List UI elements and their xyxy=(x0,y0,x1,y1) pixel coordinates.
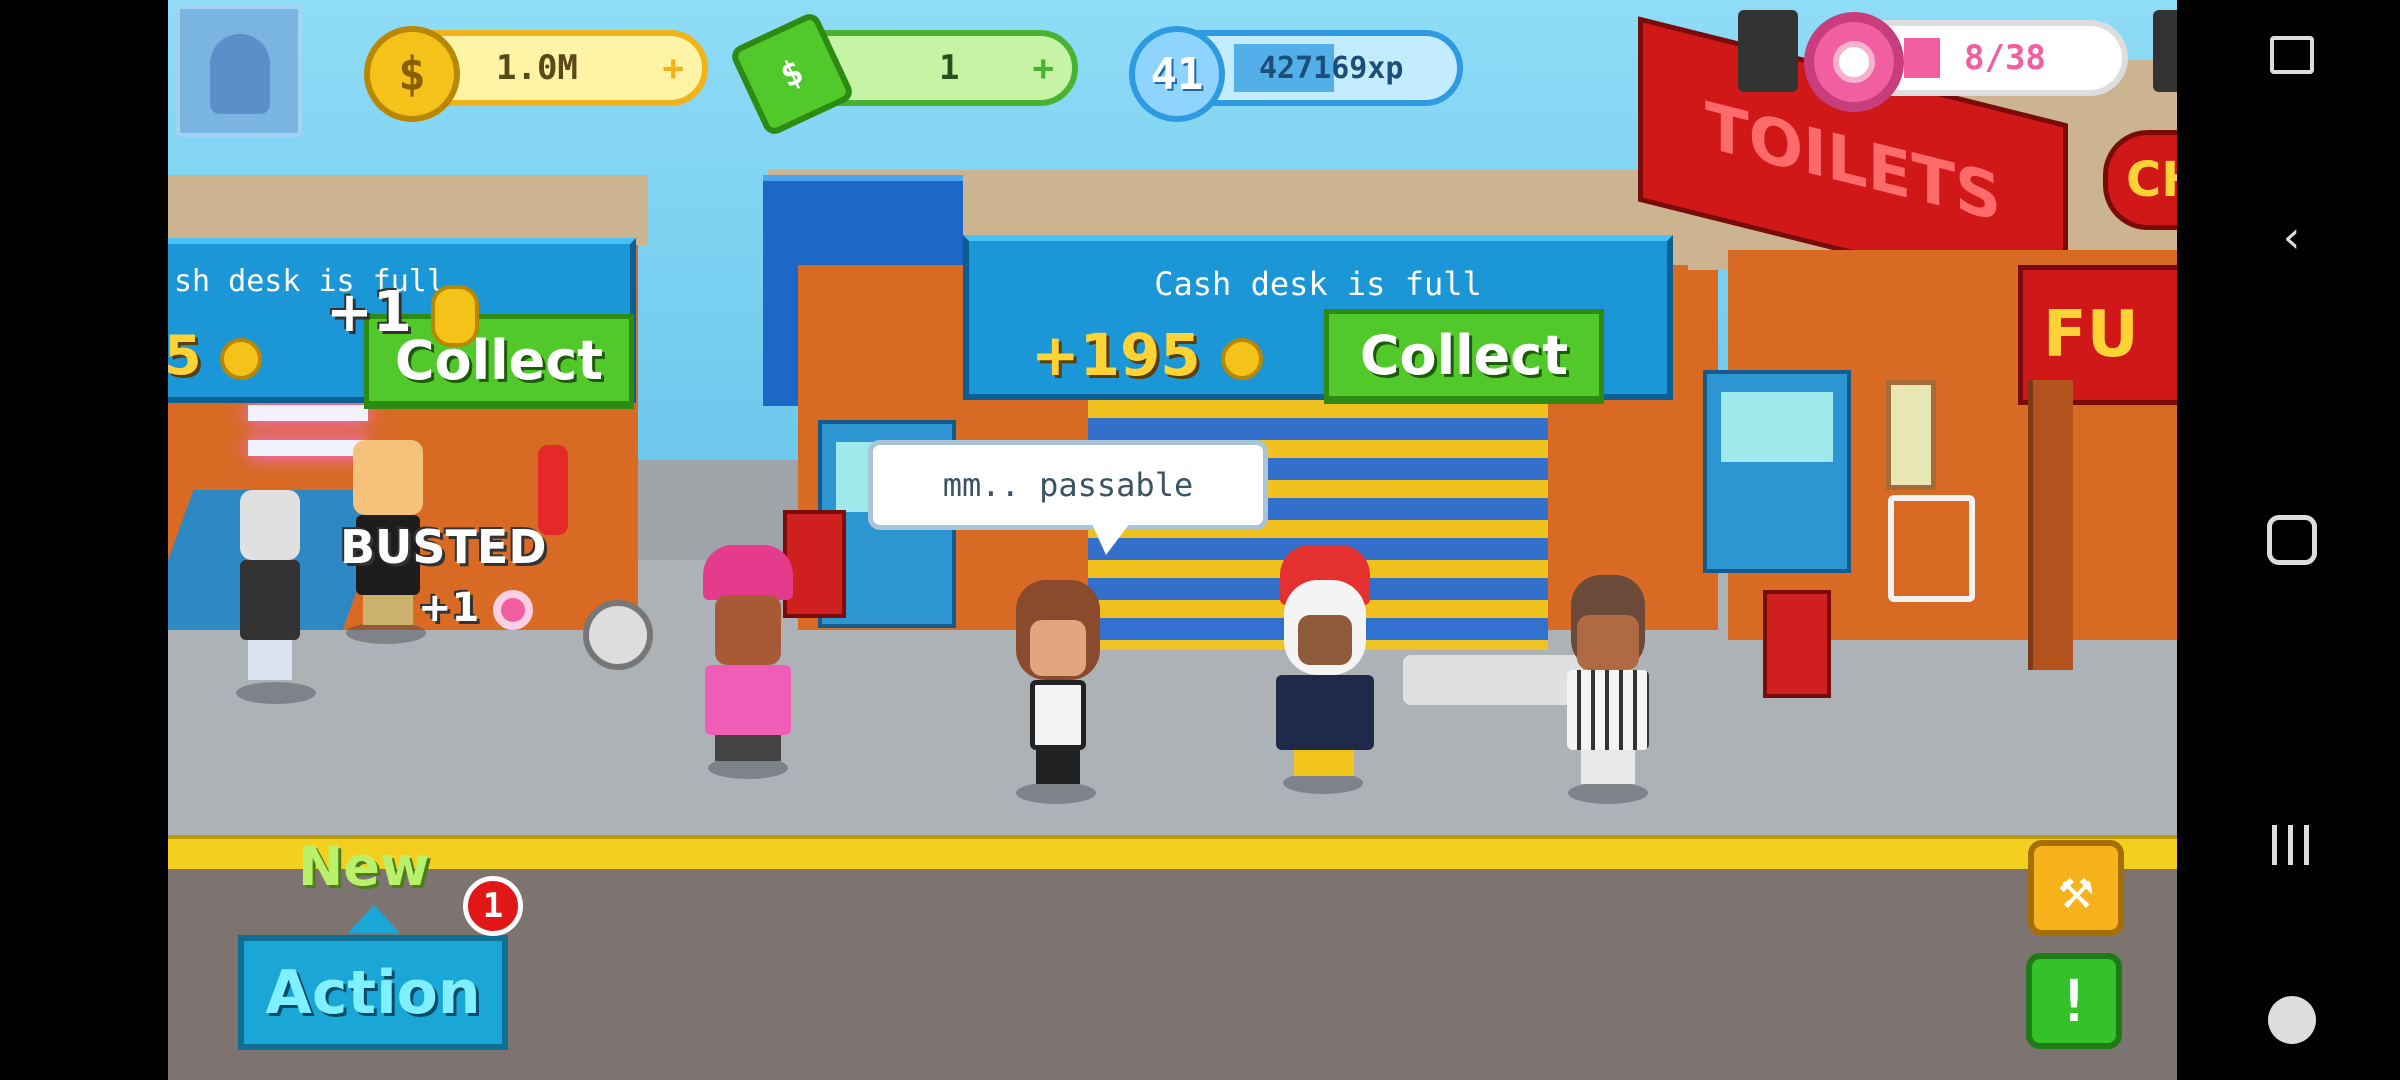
add-coins-icon[interactable]: + xyxy=(662,48,684,89)
customer-character[interactable] xyxy=(1008,580,1108,804)
notification-badge: 1 xyxy=(463,876,523,936)
coins-value: 1.0M xyxy=(496,48,578,88)
customer-character[interactable] xyxy=(228,490,318,704)
system-nav-bar: ‹ xyxy=(2177,0,2400,1080)
coin-icon xyxy=(220,338,263,381)
donuts-counter[interactable]: 8/38 xyxy=(1804,12,2128,112)
up-arrow-icon xyxy=(348,905,400,933)
coin-icon: $ xyxy=(364,26,460,122)
busted-label: BUSTED xyxy=(340,520,547,574)
screen-touch-icon[interactable] xyxy=(2267,30,2317,80)
wrench-button[interactable]: ⚒ xyxy=(2028,840,2124,936)
center-cash-desk-status: Cash desk is full xyxy=(1154,265,1482,303)
partial-round-sign: CH xyxy=(2103,130,2177,230)
cash-value: 1 xyxy=(939,48,960,88)
donut-icon xyxy=(493,590,534,630)
wheel-prop xyxy=(583,600,653,670)
white-chair xyxy=(1888,495,1975,602)
left-building-roof xyxy=(168,175,648,245)
wrench-icon: ⚒ xyxy=(2058,854,2094,922)
alert-button[interactable]: ! xyxy=(2026,953,2122,1049)
center-collect-button[interactable]: Collect xyxy=(1324,309,1604,404)
customer-character[interactable] xyxy=(693,545,803,779)
neon-light xyxy=(248,405,368,421)
xp-value: 427169xp xyxy=(1259,50,1404,86)
left-cash-desk-amount: 5 xyxy=(168,324,202,387)
donut-progress-fill xyxy=(1904,38,1940,78)
curb xyxy=(168,835,2177,873)
customer-character[interactable] xyxy=(1258,545,1388,794)
donut-icon xyxy=(1804,12,1904,112)
add-cash-icon[interactable]: + xyxy=(1032,48,1054,89)
action-button[interactable]: Action xyxy=(238,935,508,1050)
pillar xyxy=(2028,380,2073,670)
speaker-prop xyxy=(1738,10,1798,92)
xp-counter[interactable]: 41 427169xp xyxy=(1129,26,1463,122)
speech-bubble: mm.. passable xyxy=(868,440,1268,530)
xp-plane-icon: 41 xyxy=(1129,26,1225,122)
center-cash-desk-amount: +195 xyxy=(1031,321,1201,389)
player-avatar[interactable] xyxy=(176,5,302,137)
vending-machine[interactable] xyxy=(1703,370,1851,573)
avatar-silhouette-icon xyxy=(210,34,270,114)
game-viewport[interactable]: sh desk is full 5 Collect +1 Cash desk i… xyxy=(168,0,2177,1080)
door xyxy=(1886,380,1936,490)
coin-icon xyxy=(431,284,480,347)
speech-bubble-tail xyxy=(1088,515,1136,555)
coins-counter[interactable]: $ 1.0M + xyxy=(364,26,708,122)
donuts-value: 8/38 xyxy=(1964,38,2046,78)
alert-icon: ! xyxy=(2056,967,2092,1035)
cash-counter[interactable]: $ 1 + xyxy=(728,10,1078,138)
center-cash-desk-sign: Cash desk is full +195 Collect xyxy=(963,235,1673,404)
customer-character[interactable] xyxy=(1553,575,1663,804)
back-icon[interactable]: ‹ xyxy=(2267,212,2317,263)
gamepad-icon[interactable] xyxy=(2267,995,2317,1045)
home-icon[interactable] xyxy=(2267,515,2317,565)
floating-donut-reward: +1 xyxy=(418,585,480,631)
speaker-prop xyxy=(2153,10,2177,92)
floating-coin-reward: +1 xyxy=(326,280,412,345)
level-value: 41 xyxy=(1150,48,1204,100)
recents-icon[interactable] xyxy=(2267,820,2317,870)
new-label: New xyxy=(298,835,430,898)
mailbox xyxy=(1763,590,1831,698)
coin-icon xyxy=(1220,337,1263,380)
